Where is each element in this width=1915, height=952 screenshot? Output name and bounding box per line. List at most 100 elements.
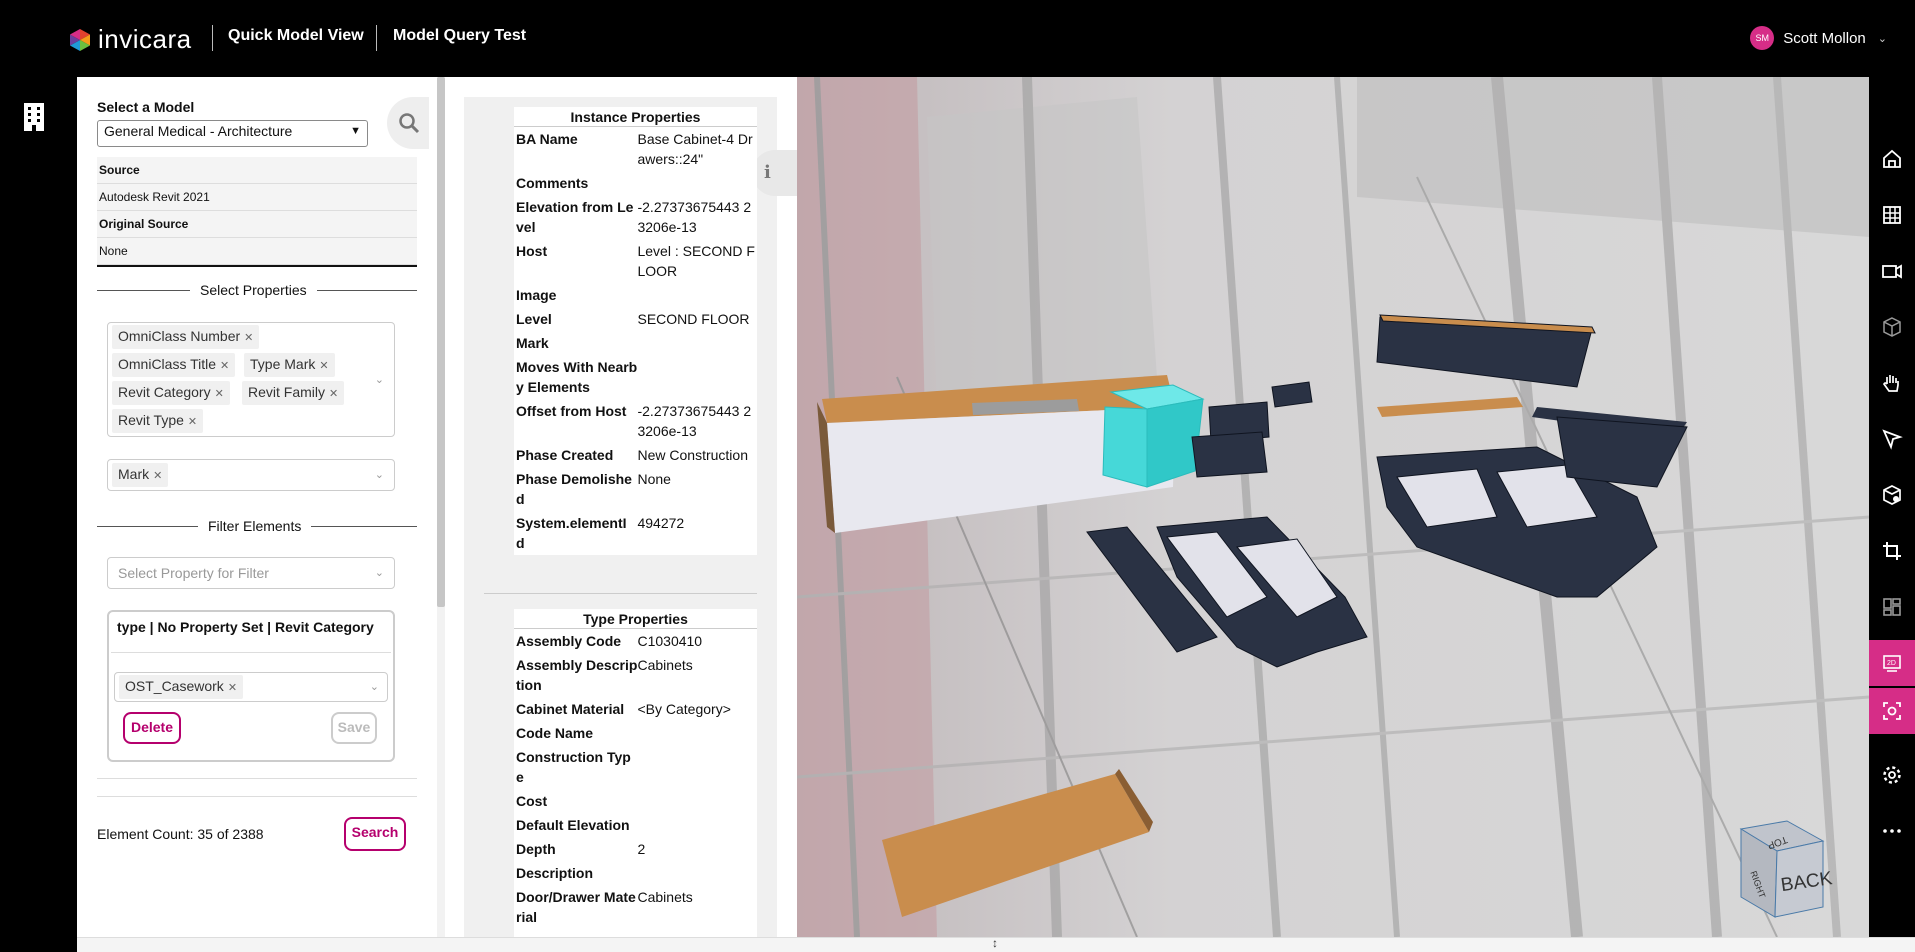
property-value [637,791,755,811]
brand-name: invicara [98,24,192,54]
model-viewer[interactable]: TOP RIGHT BACK [797,77,1869,937]
property-chip[interactable]: Type Mark ✕ [244,353,335,377]
viewer-canvas[interactable]: TOP RIGHT BACK [797,77,1869,937]
2d-icon[interactable]: 2D [1869,640,1915,686]
property-chip[interactable]: Revit Type ✕ [112,409,204,433]
header-separator [376,25,377,51]
property-chip[interactable]: OmniClass Title ✕ [112,353,236,377]
focus-icon[interactable] [1869,688,1915,734]
property-key: Level [516,311,552,327]
close-icon[interactable]: ✕ [215,388,224,400]
property-key: System.elementI d [516,515,627,551]
close-icon[interactable]: ✕ [153,470,162,482]
info-tab[interactable]: i [752,150,797,196]
property-value [637,333,755,353]
property-key: Cost [516,793,548,809]
more-icon[interactable] [1869,808,1915,854]
property-key: Offset from Host [516,403,627,419]
type-property-row: Cost [514,789,757,813]
property-value [637,747,755,787]
close-icon[interactable]: ✕ [244,332,253,344]
delete-button[interactable]: Delete [123,712,181,744]
instance-properties-title: Instance Properties [514,107,757,127]
property-value [637,357,755,397]
scrollbar-thumb[interactable] [437,77,445,607]
camera-icon[interactable] [1869,248,1915,294]
mark-chip[interactable]: Mark ✕ [112,463,169,487]
app-title[interactable]: Quick Model View [228,27,364,45]
divider [111,652,391,653]
select-icon[interactable] [1869,416,1915,462]
grid-icon[interactable] [1869,192,1915,238]
filter-chip[interactable]: OST_Casework ✕ [119,675,244,699]
search-button[interactable]: Search [344,817,406,851]
property-value: 494272 [637,515,685,531]
layout-icon[interactable] [1869,584,1915,630]
property-chip[interactable]: Revit Category ✕ [112,381,230,405]
brand-logo[interactable]: invicara [68,24,192,55]
hand-icon[interactable] [1869,360,1915,406]
property-value: -2.27373675443 23206e-13 [637,199,752,235]
model-select-value: General Medical - Architecture [104,123,293,139]
property-value: Cabinets [637,657,693,673]
info-icon: i [764,162,771,183]
model-source-table: Source Autodesk Revit 2021 Original Sour… [97,157,417,267]
property-key: Door/Drawer Material [516,889,636,925]
bottom-resize-bar[interactable]: ↕ [77,936,1915,952]
type-property-row: Code Name [514,721,757,745]
property-chip[interactable]: Revit Family ✕ [242,381,345,405]
instance-property-row: BA Name Base Cabinet-4 Drawers::24" [514,127,757,171]
property-value: Cabinets [637,889,693,905]
resize-handle-icon[interactable]: ↕ [992,936,998,950]
model-select[interactable]: General Medical - Architecture ▼ [97,120,368,147]
panel-scrollbar[interactable] [437,77,445,937]
original-source-value: None [97,238,417,265]
property-value [637,815,755,835]
instance-properties-table: Instance Properties BA Name Base Cabinet-… [514,107,757,555]
invicara-logo-icon [70,28,90,51]
property-chip[interactable]: OmniClass Number ✕ [112,325,260,349]
type-property-row: Assembly Code C1030410 [514,629,757,653]
element-count: Element Count: 35 of 2388 [97,826,264,842]
crop-icon[interactable] [1869,528,1915,574]
select-model-label: Select a Model [97,99,195,115]
property-value [637,285,755,305]
filter-property-placeholder: Select Property for Filter [118,565,269,581]
close-icon[interactable]: ✕ [188,416,197,428]
user-menu[interactable]: SM Scott Mollon ⌄ [1750,26,1887,50]
filter-value-select[interactable]: OST_Casework ✕ ⌄ [114,672,388,702]
chevron-down-icon[interactable]: ⌄ [375,373,384,386]
viewer-toolbar: 2D [1869,77,1915,937]
search-icon [399,113,420,134]
instance-property-row: Elevation from Level -2.27373675443 23206… [514,195,757,239]
home-icon[interactable] [1869,136,1915,182]
property-key: Depth [516,841,556,857]
property-value [637,863,755,883]
type-property-row: Construction Type [514,745,757,789]
property-key: Assembly Code [516,633,622,649]
property-key: Cabinet Material [516,701,625,717]
source-label: Source [97,157,417,184]
filter-property-select[interactable]: Select Property for Filter ⌄ [107,557,395,589]
user-name: Scott Mollon [1783,29,1866,47]
close-icon[interactable]: ✕ [228,682,237,694]
left-nav [0,77,77,952]
close-icon[interactable]: ✕ [220,360,229,372]
select-properties-title: Select Properties [190,282,317,298]
chevron-down-icon: ⌄ [1877,32,1887,45]
close-icon[interactable]: ✕ [329,388,338,400]
type-property-row: Assembly Description Cabinets [514,653,757,697]
property-value: None [637,471,671,487]
properties-multiselect[interactable]: OmniClass Number ✕ OmniClass Title ✕ Type … [107,322,395,437]
building-icon[interactable] [22,101,46,131]
mark-multiselect[interactable]: Mark ✕ ⌄ [107,459,395,491]
save-button[interactable]: Save [331,712,377,744]
chevron-down-icon: ⌄ [374,567,384,579]
chevron-down-icon[interactable]: ⌄ [375,468,384,481]
section-box-icon[interactable] [1869,472,1915,518]
gear-icon[interactable] [1869,752,1915,798]
cube-icon[interactable] [1869,304,1915,350]
filter-header: type | No Property Set | Revit Category [117,619,374,635]
close-icon[interactable]: ✕ [319,360,328,372]
property-key: Moves With Nearby Elements [516,359,638,395]
